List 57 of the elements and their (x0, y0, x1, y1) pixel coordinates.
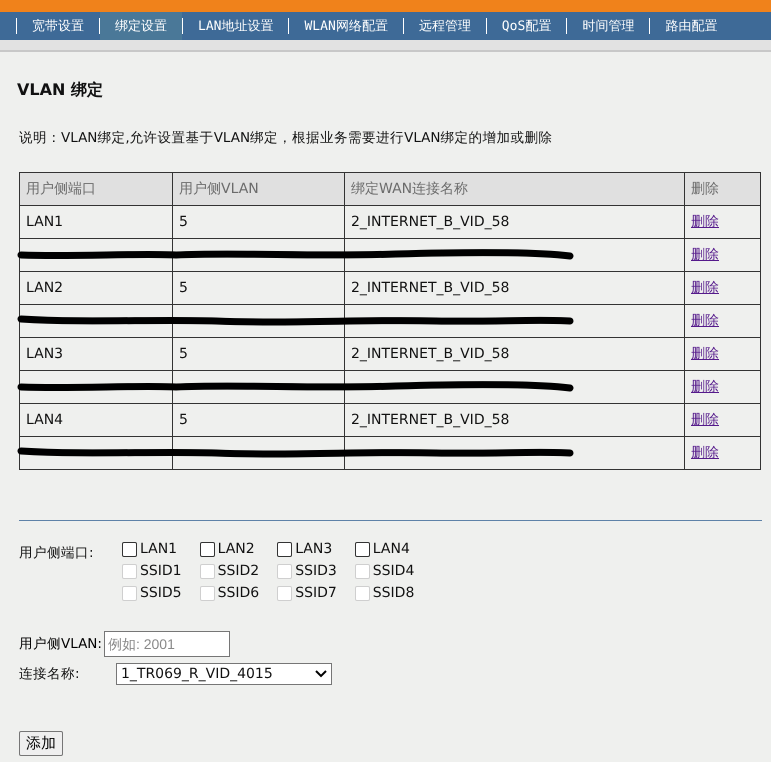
delete-link[interactable]: 删除 (691, 247, 719, 263)
nav-tab[interactable]: 路由配置 (650, 12, 732, 40)
column-header: 删除 (684, 172, 760, 206)
nav-tab[interactable]: WLAN网络配置 (289, 12, 403, 40)
table-cell: LAN3 (20, 338, 172, 370)
checkbox-label: LAN1 (140, 541, 178, 557)
connection-select[interactable]: 1_TR069_R_VID_4015 (116, 663, 332, 685)
nav-tab[interactable]: QoS配置 (486, 12, 566, 40)
column-header: 用户侧端口 (20, 172, 172, 206)
add-button[interactable]: 添加 (19, 731, 63, 756)
column-header: 用户侧VLAN (172, 172, 344, 206)
nav-tab[interactable]: 远程管理 (404, 12, 486, 40)
checkbox-label: SSID4 (372, 563, 414, 579)
table-cell: LAN4 (20, 404, 172, 436)
checkbox-label: SSID7 (295, 585, 337, 601)
chevron-icon (315, 670, 327, 678)
checkbox-label: SSID6 (218, 585, 260, 601)
nav-tab[interactable]: 宽带设置 (17, 12, 99, 40)
checkbox-label: LAN3 (295, 541, 332, 557)
checkbox[interactable] (122, 542, 137, 556)
page-title: VLAN 绑定 (17, 80, 104, 101)
port-label: 用户侧端口: (19, 544, 95, 562)
checkbox[interactable] (354, 542, 370, 556)
connection-label: 连接名称: (19, 665, 81, 683)
checkbox-label: SSID3 (295, 563, 337, 579)
column-header: 绑定WAN连接名称 (344, 172, 684, 206)
delete-link[interactable]: 删除 (691, 214, 719, 230)
table-cell: LAN1 (20, 206, 172, 238)
checkbox-label: SSID1 (140, 563, 182, 579)
delete-link[interactable]: 删除 (691, 313, 719, 329)
nav-tab[interactable]: LAN地址设置 (183, 12, 288, 40)
nav-tab[interactable]: 时间管理 (567, 12, 650, 40)
delete-link[interactable]: 删除 (691, 445, 719, 461)
delete-link[interactable]: 删除 (691, 412, 719, 428)
delete-link[interactable]: 删除 (691, 346, 719, 362)
table-cell: 5 (172, 272, 344, 304)
nav-tab[interactable]: 绑定设置 (100, 12, 182, 40)
table-cell: 5 (172, 404, 344, 436)
checkbox-label: SSID8 (372, 585, 414, 601)
checkbox[interactable] (277, 542, 292, 556)
vlan-input[interactable]: 例如: 2001 (104, 631, 230, 657)
table-cell: 2_INTERNET_B_VID_58 (344, 338, 684, 370)
table-cell: 2_INTERNET_B_VID_58 (344, 272, 684, 304)
table-cell: 5 (172, 206, 344, 238)
table-cell: 2_INTERNET_B_VID_58 (344, 206, 684, 238)
checkbox-label: SSID2 (218, 563, 260, 579)
delete-link[interactable]: 删除 (691, 379, 719, 395)
checkbox-label: SSID5 (140, 585, 182, 601)
description-text: 说明：VLAN绑定,允许设置基于VLAN绑定，根据业务需要进行VLAN绑定的增加或删除 (19, 129, 554, 147)
checkbox[interactable] (200, 542, 215, 556)
checkbox-label: LAN2 (218, 541, 255, 557)
table-cell: 2_INTERNET_B_VID_58 (344, 404, 684, 436)
vlan-label: 用户侧VLAN: (19, 635, 102, 653)
delete-link[interactable]: 删除 (691, 280, 719, 296)
table-cell: 5 (172, 338, 344, 370)
table-cell: LAN2 (20, 272, 172, 304)
checkbox-label: LAN4 (372, 541, 410, 557)
